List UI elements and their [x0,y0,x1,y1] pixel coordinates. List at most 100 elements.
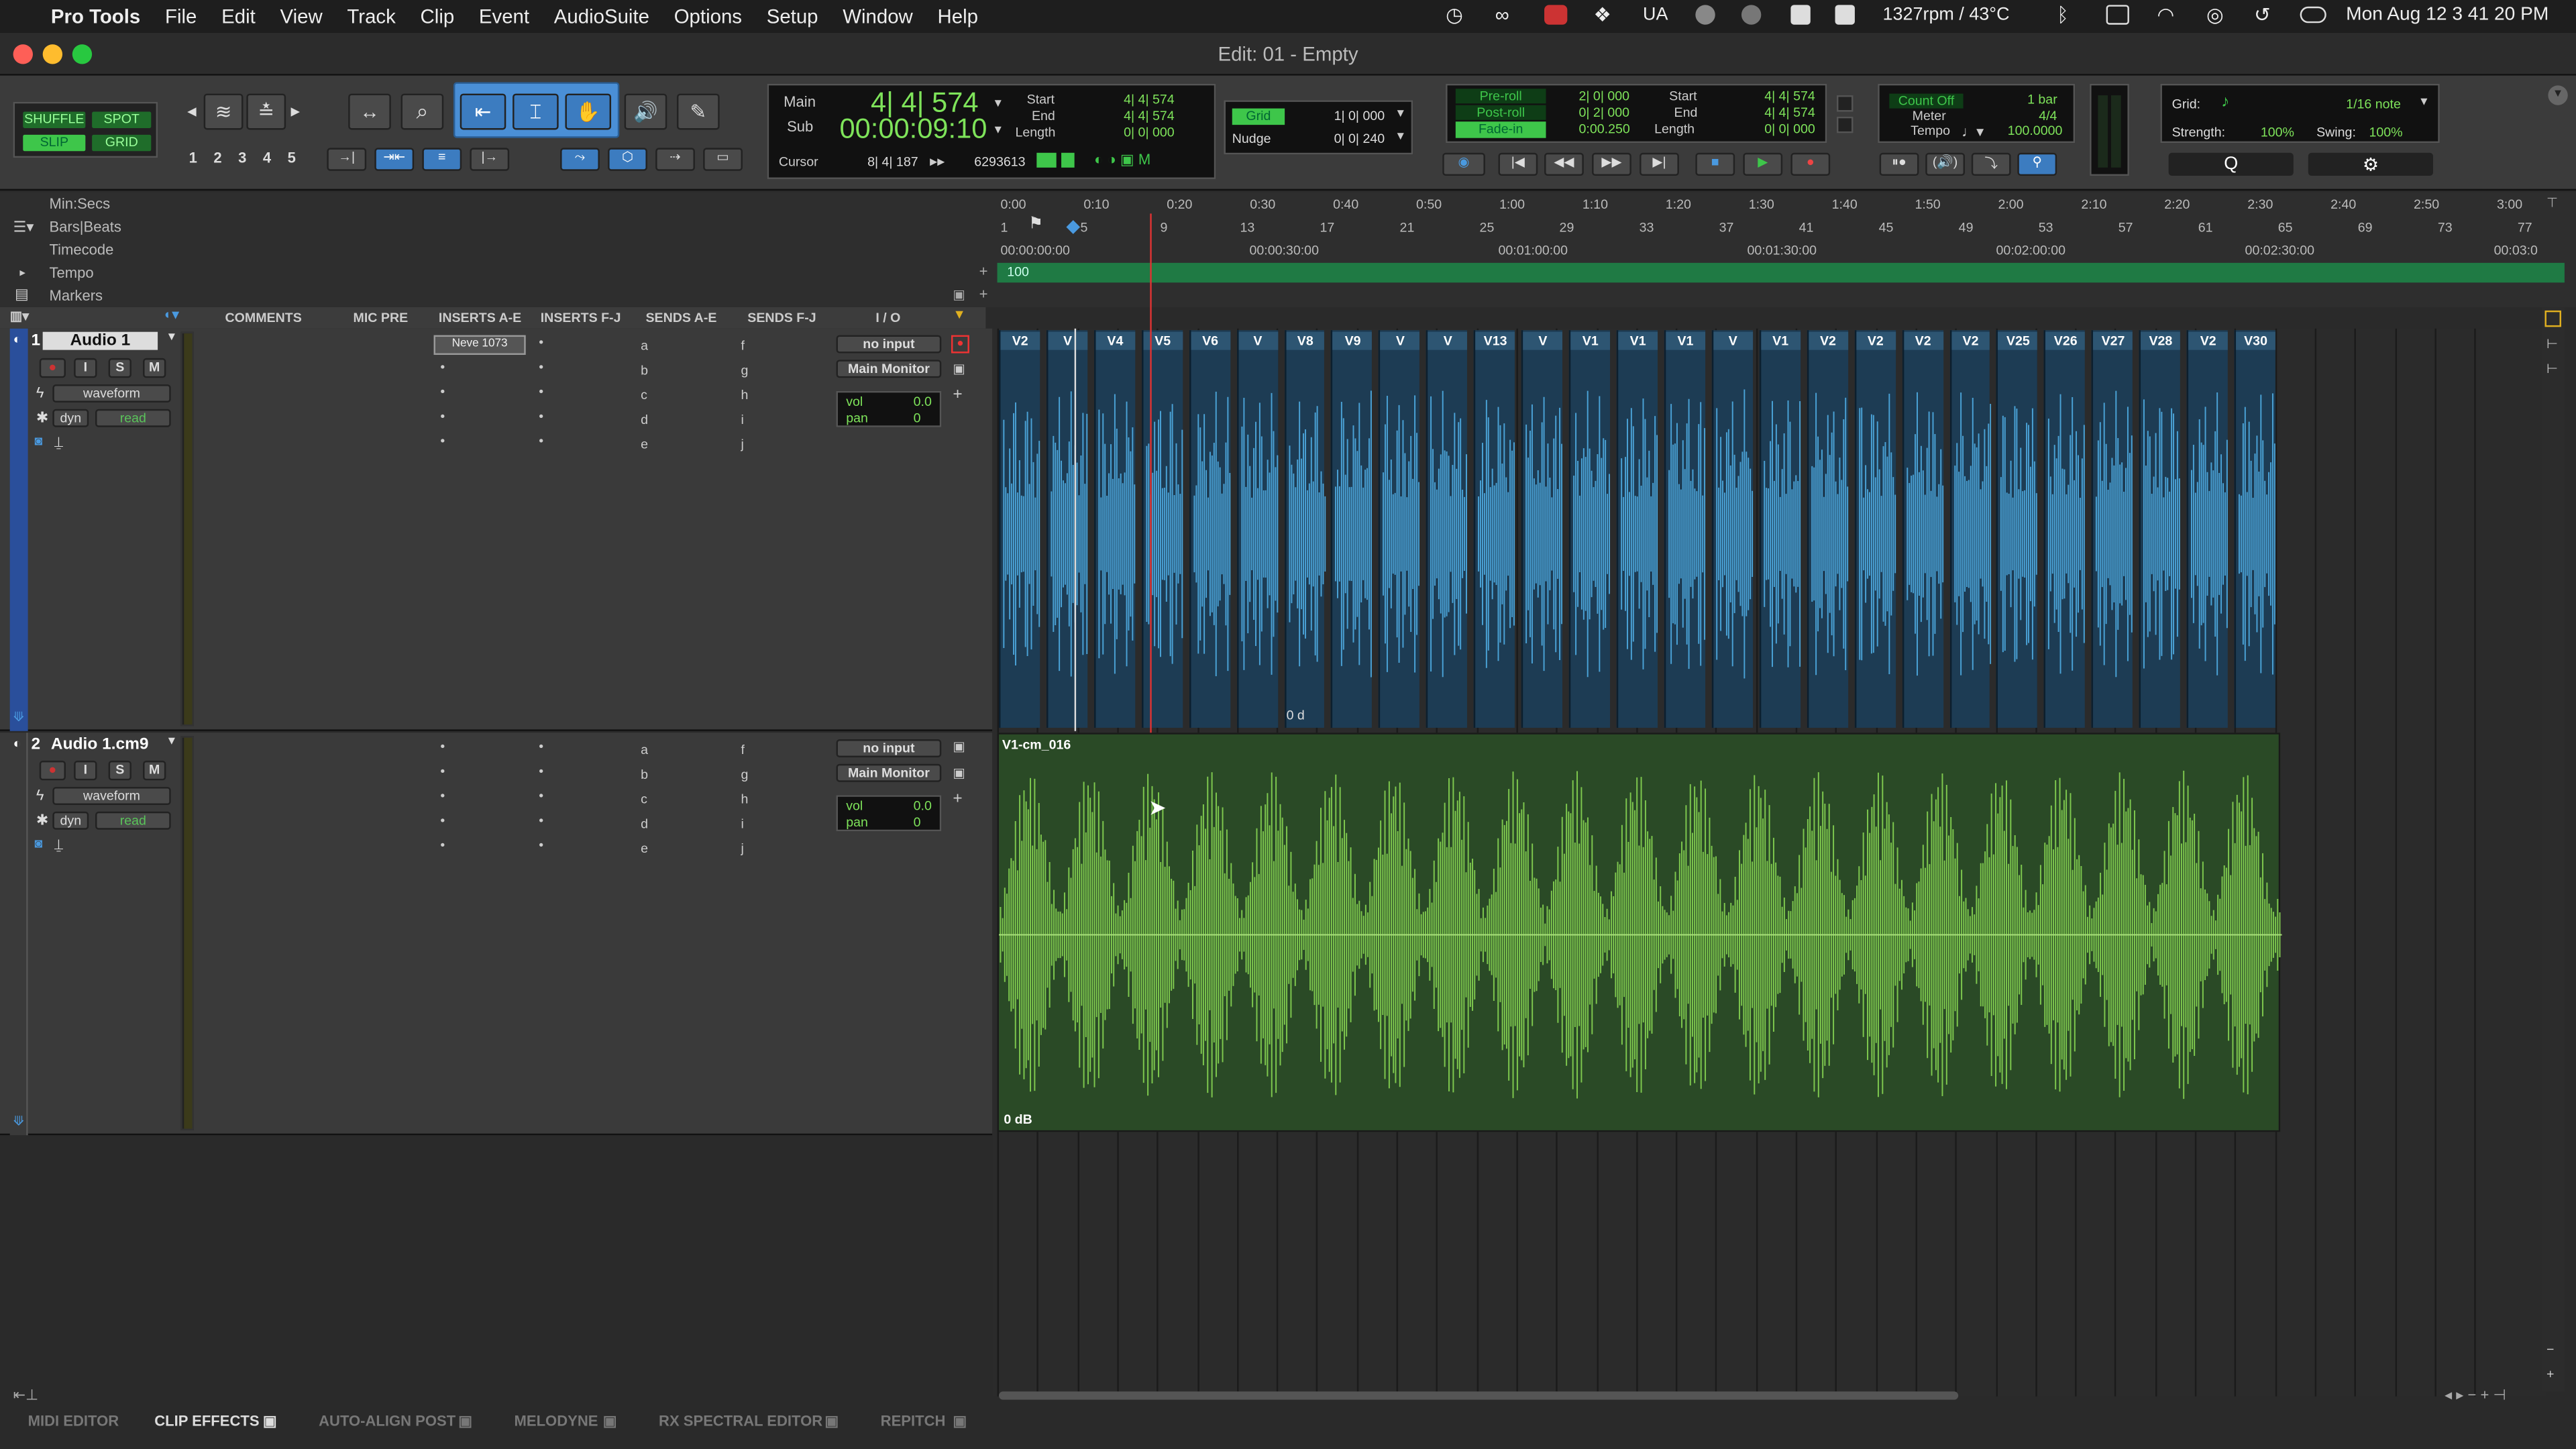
audio-clip[interactable]: V13 [1474,330,1515,728]
timebase-icon[interactable]: ⍊ [54,837,63,855]
inserts-ae-column-header[interactable]: INSERTS A-E [439,311,521,325]
track-menu-icon[interactable]: ▼ [166,736,177,747]
vol-pan-display[interactable]: vol 0.0 pan 0 [836,390,942,427]
toolbar-menu-icon[interactable]: ▾ [2548,85,2568,105]
automation-mode-selector[interactable]: read [95,409,171,427]
markers-ruler-label[interactable]: Markers [49,288,103,304]
track-expand-icon[interactable]: ◐ [13,332,21,347]
wifi-icon[interactable]: ◠ [2157,3,2175,26]
fadein-value[interactable]: 0:00.250 [1578,121,1629,136]
insert-h-slot[interactable]: • [539,384,543,399]
n-app-icon[interactable] [1790,5,1811,25]
track-1-clip-gain[interactable]: 0 d [1286,708,1305,723]
send-a-slot[interactable]: a [641,338,648,353]
menu-setup[interactable]: Setup [767,5,818,28]
audio-clip[interactable]: V2 [1854,330,1896,728]
track-view-selector[interactable]: waveform [52,384,171,403]
audio-clip[interactable]: V26 [2044,330,2086,728]
grid-mode-button[interactable]: GRID [90,133,153,153]
end-value[interactable]: 4| 4| 574 [1124,109,1175,123]
track-expand-icon[interactable]: ◐ [13,736,21,751]
settings-gear-icon[interactable]: ⚙ [2308,152,2433,176]
send-e-slot[interactable]: e [641,841,648,856]
audio-clip[interactable]: V5 [1141,330,1183,728]
micpre-column-header[interactable]: MIC PRE [354,311,409,325]
clip-overlap-icon[interactable]: ▭ [703,148,743,171]
zoom-icon[interactable]: ⊢ [2546,362,2558,376]
sub-counter-value[interactable]: 00:00:09:10 [839,113,987,146]
track-resize-icon[interactable]: ⟱ [13,710,24,724]
audio-clip[interactable]: V1 [1616,330,1658,728]
send-g-slot[interactable]: g [741,767,748,782]
menu-options[interactable]: Options [674,5,742,28]
audio-clip[interactable]: V [1236,330,1278,728]
audio-zoom-icon[interactable]: ≋ [203,93,244,130]
tab-melodyne[interactable]: MELODYNE [515,1413,598,1429]
ua-status[interactable]: UA [1643,5,1668,24]
send-b-slot[interactable]: b [641,767,648,782]
go-to-end-icon[interactable]: ▶| [1640,152,1679,176]
send-h-slot[interactable]: h [741,792,748,806]
control-center-icon[interactable] [2300,6,2326,23]
length-value[interactable]: 0| 0| 000 [1124,125,1175,140]
insertion-follows-icon[interactable]: |→ [470,148,510,171]
tab-repitch[interactable]: REPITCH [881,1413,946,1429]
trim-tool-icon[interactable]: ⇤ [460,93,506,130]
audio-clip[interactable]: V4 [1093,330,1135,728]
track-menu-icon[interactable]: ▼ [166,332,177,343]
mirror-midi-icon[interactable]: ⤳ [560,148,600,171]
nudge-dropdown-icon[interactable]: ▼ [1395,131,1406,143]
quantize-button-icon[interactable]: Q [2168,152,2294,176]
audio-clip[interactable]: V [1521,330,1563,728]
tempo-value[interactable]: 100.0000 [2008,123,2063,138]
zoomer-tool-icon[interactable]: ↔ [348,93,391,130]
audio-clip[interactable]: V [1379,330,1420,728]
scroll-arrows-icon[interactable]: ◂ ▸ − + ⊣ [2445,1387,2506,1405]
minsecs-ruler-label[interactable]: Min:Secs [49,195,110,211]
tempo-note-icon[interactable]: ♩▾ [1962,123,1984,142]
add-io-icon[interactable]: + [953,790,962,808]
zoom-preset-1[interactable]: 1 [189,150,197,166]
audio-clip[interactable]: V1 [1569,330,1611,728]
record-arm-button[interactable]: ● [39,760,66,781]
notification-icon[interactable] [1544,5,1568,25]
audio-clip[interactable]: V [1426,330,1468,728]
grid-setting-dropdown-icon[interactable]: ▼ [2418,97,2430,108]
tab-to-transient-icon[interactable]: →| [327,148,367,171]
audio-clip[interactable]: V2 [998,330,1040,728]
playhead-marker-icon[interactable]: ◆ [1066,215,1080,236]
insert-h-slot[interactable]: • [539,789,543,804]
spot-mode-button[interactable]: SPOT [90,110,153,130]
grid-setting-value[interactable]: 1/16 note [2346,97,2401,111]
nudge-value[interactable]: 0| 0| 240 [1334,131,1385,146]
tempo-expand-icon[interactable]: ▸ [19,266,25,279]
selector-tool-icon[interactable]: ⌶ [513,93,559,130]
inserts-fj-column-header[interactable]: INSERTS F-J [541,311,621,325]
window-icon[interactable]: ▣ [603,1413,617,1431]
comments-column-header[interactable]: COMMENTS [225,311,302,325]
barsbeats-ruler-label[interactable]: Bars|Beats [49,219,121,235]
transport-end-value[interactable]: 4| 4| 574 [1764,105,1815,120]
insert-e-slot[interactable]: • [440,434,445,449]
tab-auto-align-post[interactable]: AUTO-ALIGN POST [319,1413,455,1429]
window-icon[interactable]: ▣ [824,1413,839,1431]
audio-clip[interactable]: V30 [2234,330,2276,728]
pan-value[interactable]: 0 [914,815,921,830]
shuffle-mode-button[interactable]: SHUFFLE [21,110,87,130]
menu-track[interactable]: Track [347,5,395,28]
solo-button[interactable]: S [108,760,131,781]
dyn-button[interactable]: dyn [52,409,89,427]
play-icon[interactable]: ▶ [1743,152,1783,176]
link-track-icon[interactable]: ≡ [422,148,462,171]
slip-mode-button[interactable]: SLIP [21,133,87,153]
bottom-resize-icon[interactable]: ⇤⊥ [13,1387,39,1405]
zoom-in-icon[interactable]: ▸ [290,100,300,121]
nudge-label[interactable]: Nudge [1232,131,1271,146]
clip-gain[interactable]: 0 dB [1004,1112,1032,1127]
insert-j-slot[interactable]: • [539,434,543,449]
keyboard-focus-icon[interactable]: ⇢ [655,148,695,171]
app-status-icon[interactable] [1741,5,1762,25]
solo-button[interactable]: S [108,358,131,378]
menu-audiosuite[interactable]: AudioSuite [554,5,649,28]
menu-event[interactable]: Event [479,5,529,28]
